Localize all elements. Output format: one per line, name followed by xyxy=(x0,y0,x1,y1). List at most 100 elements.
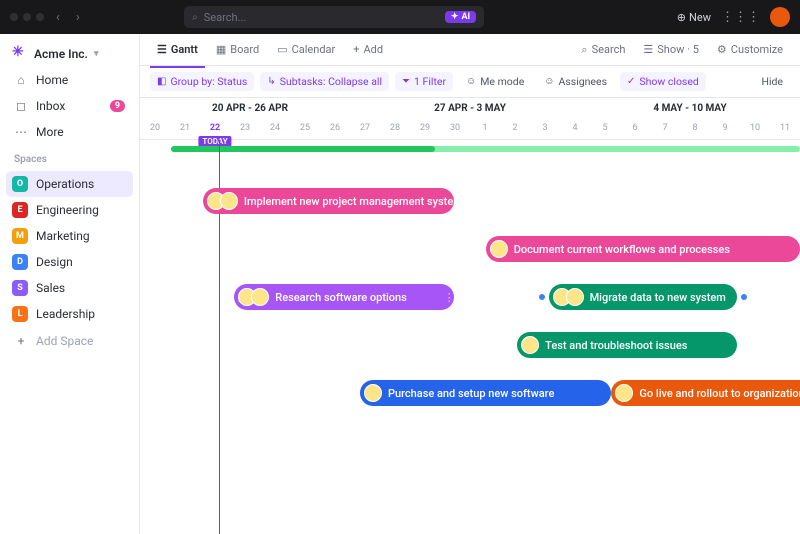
avatar-icon xyxy=(615,384,633,402)
space-item-engineering[interactable]: E Engineering xyxy=(6,197,133,223)
new-button[interactable]: ⊕ New xyxy=(677,11,711,24)
task-bar[interactable]: Test and troubleshoot issues xyxy=(517,332,737,358)
space-item-sales[interactable]: S Sales xyxy=(6,275,133,301)
chip-hide[interactable]: Hide xyxy=(754,72,790,91)
filter-icon: ⏷ xyxy=(402,76,410,87)
inbox-badge: 9 xyxy=(110,100,125,112)
avatar-icon xyxy=(490,240,508,258)
space-label: Leadership xyxy=(36,307,95,321)
chip-show-closed[interactable]: ✓Show closed xyxy=(620,72,706,91)
search-button[interactable]: ⌕Search xyxy=(574,38,632,62)
task-bar[interactable]: Purchase and setup new software xyxy=(360,380,611,406)
nav-home[interactable]: ⌂Home xyxy=(6,68,133,92)
ai-button[interactable]: ✦ AI xyxy=(445,11,476,23)
assignee-avatars xyxy=(364,384,382,402)
task-label: Implement new project management system xyxy=(244,195,463,208)
avatar-icon xyxy=(364,384,382,402)
task-bar[interactable]: Research software options xyxy=(234,284,454,310)
nav-more[interactable]: ⋯More xyxy=(6,120,133,144)
add-space-button[interactable]: +Add Space xyxy=(6,329,133,353)
global-search[interactable]: ⌕ Search... ✦ AI xyxy=(184,6,484,28)
group-icon: ◧ xyxy=(157,76,166,87)
task-bar[interactable]: Document current workflows and processes xyxy=(486,236,800,262)
gantt-body[interactable]: Implement new project management system D… xyxy=(140,140,800,534)
chip-assignees[interactable]: ☺Assignees xyxy=(537,72,614,91)
avatar-icon xyxy=(566,288,584,306)
day-scale: 202122TODAY23242526272829301234567891011 xyxy=(140,120,800,140)
views-bar: ☰Gantt ▦Board ▭Calendar +Add ⌕Search ☰Sh… xyxy=(140,34,800,66)
customize-button[interactable]: ⚙Customize xyxy=(710,38,790,62)
task-label: Go live and rollout to organization xyxy=(639,387,800,400)
sliders-icon: ☰ xyxy=(643,43,653,56)
chip-filter[interactable]: ⏷1 Filter xyxy=(395,72,453,91)
assignee-avatars xyxy=(490,240,508,258)
space-badge: L xyxy=(12,306,28,322)
task-bar[interactable]: Go live and rollout to organization xyxy=(611,380,800,406)
assignee-avatars xyxy=(521,336,539,354)
search-icon: ⌕ xyxy=(192,12,198,23)
space-label: Sales xyxy=(36,281,65,295)
plus-icon: + xyxy=(353,43,359,56)
show-button[interactable]: ☰Show · 5 xyxy=(636,38,706,62)
nav-forward-icon[interactable]: › xyxy=(72,10,84,25)
space-label: Engineering xyxy=(36,203,99,217)
plus-icon: + xyxy=(14,334,28,348)
view-gantt[interactable]: ☰Gantt xyxy=(150,38,205,61)
gear-icon: ⚙ xyxy=(717,43,727,56)
main-area: ☰Gantt ▦Board ▭Calendar +Add ⌕Search ☰Sh… xyxy=(140,34,800,534)
space-item-operations[interactable]: O Operations xyxy=(6,171,133,197)
assignee-avatars xyxy=(238,288,269,306)
task-label: Migrate data to new system xyxy=(590,291,726,304)
dependency-dot[interactable] xyxy=(741,294,747,300)
search-placeholder: Search... xyxy=(204,11,247,24)
titlebar: ‹ › ⌕ Search... ✦ AI ⊕ New ⋮⋮⋮ xyxy=(0,0,800,34)
space-badge: O xyxy=(12,176,28,192)
chevron-down-icon: ▾ xyxy=(94,49,99,59)
board-icon: ▦ xyxy=(216,43,226,56)
space-label: Marketing xyxy=(36,229,90,243)
space-item-design[interactable]: D Design xyxy=(6,249,133,275)
date-ranges: 20 APR - 26 APR27 APR - 3 MAY4 MAY - 10 … xyxy=(140,98,800,120)
more-icon: ⋯ xyxy=(14,125,28,139)
space-badge: S xyxy=(12,280,28,296)
sidebar: Acme Inc. ▾ ⌂Home ◻Inbox9 ⋯More Spaces O… xyxy=(0,34,140,534)
workspace-logo-icon xyxy=(12,46,28,62)
avatar-icon xyxy=(251,288,269,306)
workspace-switcher[interactable]: Acme Inc. ▾ xyxy=(6,42,133,66)
task-label: Document current workflows and processes xyxy=(514,243,730,256)
search-icon: ⌕ xyxy=(581,43,587,57)
assignee-avatars xyxy=(615,384,633,402)
space-label: Operations xyxy=(36,177,94,191)
task-label: Test and troubleshoot issues xyxy=(545,339,687,352)
apps-icon[interactable]: ⋮⋮⋮ xyxy=(721,10,760,25)
filters-bar: ◧Group by: Status ↳Subtasks: Collapse al… xyxy=(140,66,800,98)
chip-groupby[interactable]: ◧Group by: Status xyxy=(150,72,254,91)
view-calendar[interactable]: ▭Calendar xyxy=(270,38,342,61)
window-controls[interactable] xyxy=(10,13,44,21)
nav-back-icon[interactable]: ‹ xyxy=(52,10,64,25)
check-icon: ✓ xyxy=(627,76,635,87)
space-item-marketing[interactable]: MMarketing xyxy=(6,223,133,249)
avatar-icon xyxy=(220,192,238,210)
chip-me-mode[interactable]: ☺Me mode xyxy=(459,72,531,91)
calendar-icon: ▭ xyxy=(277,43,287,56)
task-bar[interactable]: Migrate data to new system xyxy=(549,284,738,310)
space-item-leadership[interactable]: L Leadership xyxy=(6,301,133,327)
nav-inbox[interactable]: ◻Inbox9 xyxy=(6,94,133,118)
space-badge: E xyxy=(12,202,28,218)
chip-subtasks[interactable]: ↳Subtasks: Collapse all xyxy=(260,72,389,91)
task-label: Purchase and setup new software xyxy=(388,387,554,400)
space-badge: D xyxy=(12,254,28,270)
gantt-icon: ☰ xyxy=(157,43,167,56)
view-add[interactable]: +Add xyxy=(346,38,390,61)
task-bar[interactable]: Implement new project management system xyxy=(203,188,454,214)
user-avatar[interactable] xyxy=(770,7,790,27)
summary-bar[interactable] xyxy=(171,146,800,152)
inbox-icon: ◻ xyxy=(14,99,28,113)
view-board[interactable]: ▦Board xyxy=(209,38,266,61)
home-icon: ⌂ xyxy=(14,73,28,87)
space-label: Design xyxy=(36,255,73,269)
dependency-dot[interactable] xyxy=(539,294,545,300)
assignee-avatars xyxy=(553,288,584,306)
gantt-chart[interactable]: 20 APR - 26 APR27 APR - 3 MAY4 MAY - 10 … xyxy=(140,98,800,534)
